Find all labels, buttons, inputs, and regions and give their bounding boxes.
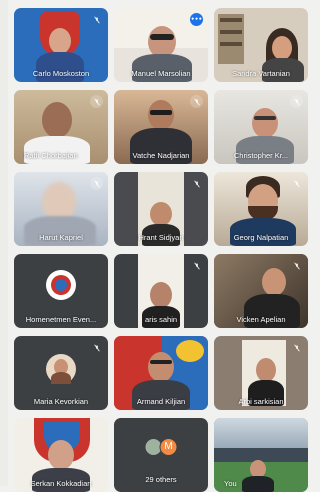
- muted-mic-icon: [90, 13, 103, 26]
- participant-name: Armand Kiljian: [136, 397, 186, 406]
- participant-name: aris sahin: [144, 315, 178, 324]
- participant-tile[interactable]: Serkan Kokkadian: [14, 418, 108, 492]
- others-count-label: 29 others: [145, 475, 177, 484]
- participant-name: Christopher Kr...: [233, 151, 289, 160]
- participant-tile[interactable]: Hrant Sidjyan: [114, 172, 208, 246]
- participant-tile[interactable]: Harut Kapriel: [14, 172, 108, 246]
- muted-mic-icon: [190, 259, 203, 272]
- participant-name: Carlo Moskoston: [32, 69, 90, 78]
- participant-name: Hrant Sidjyan: [138, 233, 184, 242]
- participant-name: Vatche Nadjarian: [132, 151, 190, 160]
- participant-tile[interactable]: Homenetmen Even...: [14, 254, 108, 328]
- participant-name: Arbi sarkisian: [238, 397, 284, 406]
- muted-mic-icon: [190, 177, 203, 190]
- muted-mic-icon: [90, 177, 103, 190]
- participant-tile[interactable]: Vatche Nadjarian: [114, 90, 208, 164]
- participant-name: Homenetmen Even...: [25, 315, 97, 324]
- participant-name: Maria Kevorkian: [33, 397, 89, 406]
- participant-tile[interactable]: Vicken Apelian: [214, 254, 308, 328]
- participant-name: Manuel Marsolian: [131, 69, 191, 78]
- speaking-indicator-icon: •••: [190, 13, 203, 26]
- participant-tile[interactable]: ••• Manuel Marsolian: [114, 8, 208, 82]
- participant-name: Harut Kapriel: [39, 233, 83, 242]
- muted-mic-icon: [290, 95, 303, 108]
- club-logo-avatar: [46, 270, 76, 300]
- muted-mic-icon: [90, 341, 103, 354]
- participant-tile[interactable]: Armand Kiljian: [114, 336, 208, 410]
- participant-name: You: [224, 479, 237, 488]
- more-participants-tile[interactable]: M 29 others: [114, 418, 208, 492]
- participant-tile[interactable]: aris sahin: [114, 254, 208, 328]
- others-avatars: M: [144, 438, 178, 456]
- muted-mic-icon: [90, 95, 103, 108]
- profile-photo-avatar: [46, 354, 76, 384]
- participant-avatar: M: [159, 438, 178, 456]
- participant-tile[interactable]: Sandra Vartanian: [214, 8, 308, 82]
- participant-tile[interactable]: Georg Nalpatian: [214, 172, 308, 246]
- participant-name: Vicken Apelian: [236, 315, 286, 324]
- participant-tile[interactable]: Raffi Chorbajian: [14, 90, 108, 164]
- participant-tile[interactable]: Carlo Moskoston: [14, 8, 108, 82]
- participant-tile[interactable]: Maria Kevorkian: [14, 336, 108, 410]
- muted-mic-icon: [290, 259, 303, 272]
- participant-name: Raffi Chorbajian: [24, 151, 78, 160]
- muted-mic-icon: [290, 341, 303, 354]
- participant-grid: Carlo Moskoston ••• Manuel Marsolian San…: [0, 0, 308, 492]
- participant-tile[interactable]: Christopher Kr...: [214, 90, 308, 164]
- grid-left-edge: [0, 0, 8, 486]
- muted-mic-icon: [290, 177, 303, 190]
- participant-name: Sandra Vartanian: [232, 69, 290, 78]
- participant-name: Serkan Kokkadian: [30, 479, 92, 488]
- self-view-tile[interactable]: You: [214, 418, 308, 492]
- participant-name: Georg Nalpatian: [233, 233, 289, 242]
- participant-tile[interactable]: Arbi sarkisian: [214, 336, 308, 410]
- muted-mic-icon: [190, 95, 203, 108]
